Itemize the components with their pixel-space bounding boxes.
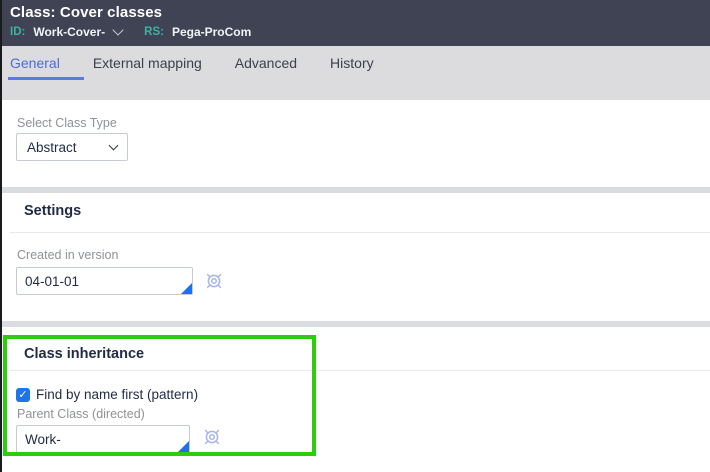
divider	[10, 370, 710, 371]
tab-external-mapping[interactable]: External mapping	[91, 46, 226, 80]
divider	[10, 232, 710, 233]
find-by-name-checkbox[interactable]: ✓	[16, 388, 30, 402]
settings-section-title: Settings	[24, 203, 82, 219]
smart-prompt-triangle-icon[interactable]	[178, 441, 189, 452]
section-separator	[0, 321, 710, 327]
rs-value: Pega-ProCom	[171, 25, 252, 39]
class-type-label: Select Class Type	[17, 116, 117, 130]
tab-history[interactable]: History	[328, 46, 398, 80]
parent-class-input[interactable]	[16, 425, 190, 453]
gear-icon[interactable]	[202, 427, 222, 447]
check-icon: ✓	[18, 389, 28, 401]
rule-header: Class: Cover classes ID: Work-Cover- RS:…	[0, 0, 710, 46]
created-in-version-input[interactable]	[16, 267, 193, 295]
class-type-value: Abstract	[27, 139, 77, 155]
id-label: ID:	[10, 26, 26, 38]
id-value[interactable]: Work-Cover-	[33, 25, 105, 39]
page-title: Class: Cover classes	[10, 4, 163, 21]
general-tab-content: Select Class Type Abstract Settings Crea…	[0, 100, 710, 472]
rule-meta-row: ID: Work-Cover- RS: Pega-ProCom	[10, 24, 251, 39]
parent-class-label: Parent Class (directed)	[17, 407, 145, 421]
section-separator	[0, 187, 710, 193]
chevron-down-icon	[108, 140, 119, 151]
class-type-select[interactable]: Abstract	[16, 133, 128, 161]
find-by-name-label[interactable]: Find by name first (pattern)	[36, 387, 198, 402]
tab-bar: General External mapping Advanced Histor…	[0, 46, 710, 100]
tab-advanced[interactable]: Advanced	[233, 46, 321, 80]
class-inheritance-section-title: Class inheritance	[24, 346, 145, 362]
rs-label: RS:	[144, 26, 164, 38]
gear-icon[interactable]	[204, 271, 224, 291]
created-in-version-label: Created in version	[17, 248, 119, 262]
tab-general[interactable]: General	[8, 46, 84, 80]
tabs: General External mapping Advanced Histor…	[0, 46, 710, 80]
chevron-down-icon[interactable]	[112, 24, 124, 36]
ruleset-group: RS: Pega-ProCom	[144, 25, 251, 39]
window-left-edge	[0, 0, 2, 472]
smart-prompt-triangle-icon[interactable]	[181, 283, 192, 294]
